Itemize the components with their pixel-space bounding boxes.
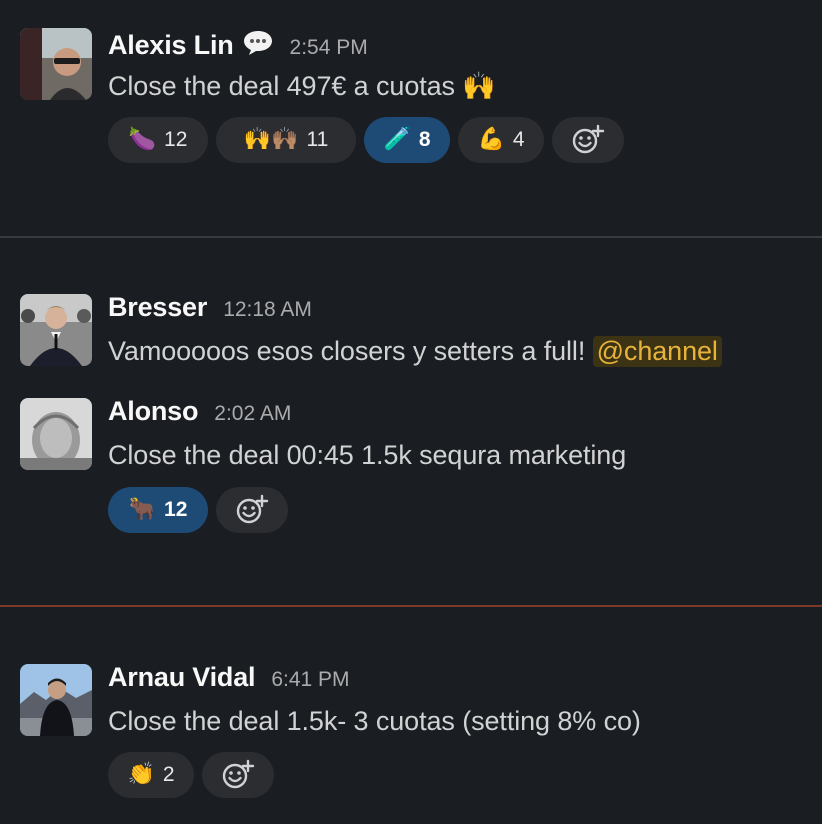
speech-bubble-icon (242, 29, 274, 57)
add-reaction-icon (572, 124, 605, 154)
new-messages-divider (0, 605, 822, 607)
reaction-raised-hands[interactable]: 🙌🙌🏽 11 (216, 117, 356, 163)
test-tube-icon: 🧪 (383, 127, 411, 152)
author-name[interactable]: Alonso (108, 396, 198, 427)
add-reaction-icon (222, 759, 255, 789)
timestamp[interactable]: 2:02 AM (214, 402, 291, 426)
clapping-hands-icon: 👏 (127, 762, 155, 787)
author-name[interactable]: Alexis Lin (108, 30, 234, 61)
reaction-count: 4 (512, 128, 525, 151)
channel-mention[interactable]: @channel (592, 336, 722, 367)
reaction-count: 12 (164, 498, 188, 521)
message-text: Close the deal 497€ a cuotas 🙌 (108, 71, 496, 101)
message-text: Close the deal 1.5k- 3 cuotas (setting 8… (108, 706, 641, 736)
timestamp[interactable]: 6:41 PM (271, 668, 349, 692)
reaction-clapping-hands[interactable]: 👏 2 (108, 752, 194, 798)
reaction-count: 12 (164, 128, 188, 151)
add-reaction-button[interactable] (202, 752, 274, 798)
reaction-eggplant[interactable]: 🍆 12 (108, 117, 208, 163)
avatar[interactable] (20, 294, 92, 366)
timestamp[interactable]: 12:18 AM (223, 298, 312, 322)
reaction-test-tube[interactable]: 🧪 8 (364, 117, 450, 163)
reaction-count: 11 (306, 128, 329, 151)
reaction-bar: 🐂 12 (108, 487, 288, 533)
ox-icon: 🐂 (128, 497, 157, 522)
reaction-count: 2 (162, 763, 175, 786)
message-list: Alexis Lin 2:54 PM Close the deal 497€ a… (0, 0, 822, 824)
avatar[interactable] (20, 664, 92, 736)
flexed-biceps-icon: 💪 (477, 127, 505, 152)
avatar[interactable] (20, 28, 92, 100)
reaction-bar: 🍆 12 🙌🙌🏽 11 🧪 8 💪 4 (108, 117, 624, 163)
add-reaction-icon (236, 494, 269, 524)
raised-hands-icon: 🙌🙌🏽 (243, 127, 299, 152)
avatar[interactable] (20, 398, 92, 470)
divider (0, 236, 822, 238)
eggplant-icon: 🍆 (128, 127, 157, 152)
message-text-body: Vamooooos esos closers y setters a full! (108, 336, 593, 366)
reaction-flexed-biceps[interactable]: 💪 4 (458, 117, 544, 163)
add-reaction-button[interactable] (216, 487, 288, 533)
author-name[interactable]: Arnau Vidal (108, 662, 256, 693)
add-reaction-button[interactable] (552, 117, 624, 163)
message-text: Vamooooos esos closers y setters a full!… (108, 336, 722, 367)
author-name[interactable]: Bresser (108, 292, 207, 323)
reaction-bar: 👏 2 (108, 752, 274, 798)
reaction-ox[interactable]: 🐂 12 (108, 487, 208, 533)
message-text: Close the deal 00:45 1.5k sequra marketi… (108, 440, 627, 470)
timestamp[interactable]: 2:54 PM (290, 36, 368, 60)
reaction-count: 8 (418, 128, 431, 151)
